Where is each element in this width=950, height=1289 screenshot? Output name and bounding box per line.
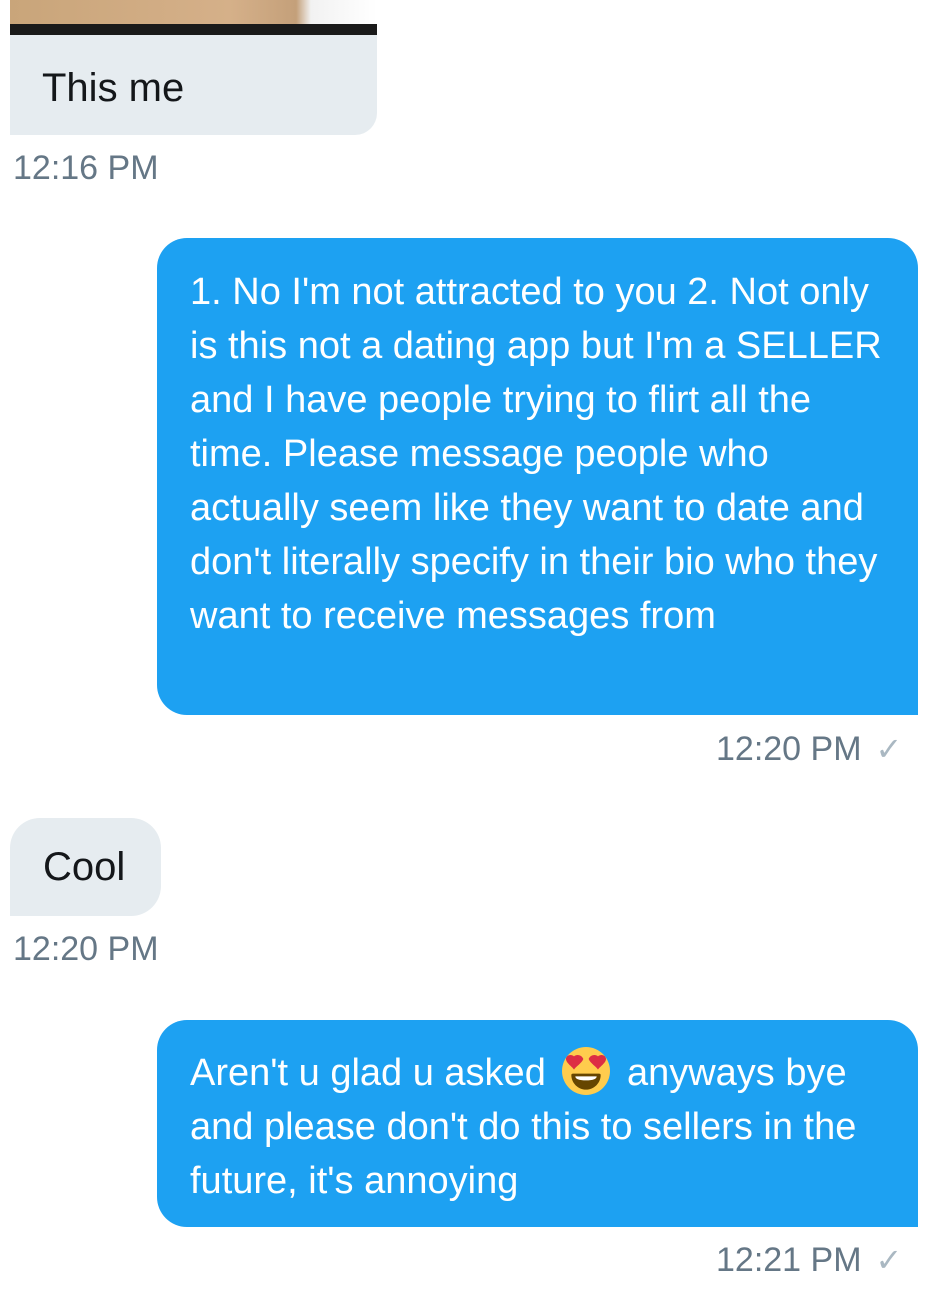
check-icon: ✓ <box>875 731 903 767</box>
heart-eyes-emoji-icon <box>562 1046 611 1095</box>
message-text-part: Aren't u glad u asked <box>190 1052 546 1094</box>
conversation-thread: This me 12:16 PM 1. No I'm not attracted… <box>0 0 950 1289</box>
message-text: Cool <box>43 845 126 889</box>
sent-message-bubble[interactable]: Aren't u glad u asked anyways bye and pl… <box>157 1020 918 1227</box>
check-icon: ✓ <box>875 1242 903 1278</box>
received-image-message[interactable]: This me <box>10 0 377 135</box>
message-timestamp: 12:21 PM <box>716 1241 862 1279</box>
photo-border <box>10 24 377 35</box>
message-timestamp-row: 12:20 PM ✓ <box>716 729 902 769</box>
received-message-bubble[interactable]: Cool <box>10 818 161 916</box>
message-text: 1. No I'm not attracted to you 2. Not on… <box>190 271 882 637</box>
message-timestamp: 12:20 PM <box>13 930 159 968</box>
sent-message-bubble[interactable]: 1. No I'm not attracted to you 2. Not on… <box>157 238 918 715</box>
message-timestamp: 12:16 PM <box>13 149 159 187</box>
image-caption: This me <box>42 66 185 110</box>
message-timestamp-row: 12:21 PM ✓ <box>716 1240 902 1280</box>
message-timestamp: 12:20 PM <box>716 730 862 768</box>
